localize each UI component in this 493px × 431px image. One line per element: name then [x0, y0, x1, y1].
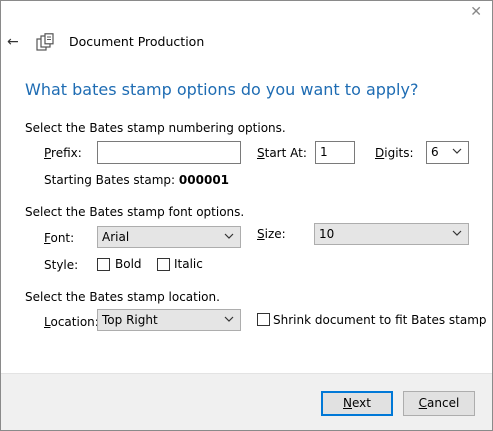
window-title: Document Production	[69, 34, 205, 49]
starting-bates-stamp: Starting Bates stamp: 000001	[44, 173, 229, 187]
dialog-footer: Next Cancel	[1, 373, 492, 430]
location-value: Top Right	[102, 313, 158, 327]
style-label: Style:	[44, 258, 79, 272]
bold-checkbox[interactable]	[97, 258, 110, 271]
start-at-input[interactable]: 1	[315, 141, 355, 164]
size-value: 10	[319, 227, 335, 241]
prefix-input[interactable]	[97, 141, 241, 164]
italic-checkbox[interactable]	[157, 258, 170, 271]
close-icon[interactable]: ✕	[470, 5, 482, 19]
page-heading: What bates stamp options do you want to …	[25, 80, 419, 99]
document-production-icon	[36, 33, 54, 51]
starting-stamp-value: 000001	[178, 173, 230, 187]
size-label: Size:	[257, 227, 286, 241]
digits-label: Digits:	[375, 146, 414, 160]
size-select[interactable]: 10	[314, 223, 469, 245]
bold-label[interactable]: Bold	[115, 257, 142, 271]
font-label: Font:	[44, 231, 75, 245]
font-section-label: Select the Bates stamp font options.	[25, 205, 245, 219]
font-value: Arial	[102, 230, 130, 244]
italic-label[interactable]: Italic	[174, 257, 203, 271]
shrink-checkbox[interactable]	[257, 313, 270, 326]
location-section-label: Select the Bates stamp location.	[25, 290, 220, 304]
shrink-label[interactable]: Shrink document to fit Bates stamp	[273, 313, 487, 327]
chevron-down-icon	[224, 233, 234, 239]
start-at-label: Start At:	[257, 146, 307, 160]
chevron-down-icon	[452, 148, 462, 154]
back-arrow-icon[interactable]: ←	[7, 34, 19, 50]
chevron-down-icon	[452, 230, 462, 236]
font-select[interactable]: Arial	[97, 226, 241, 248]
next-button[interactable]: Next	[321, 391, 393, 416]
starting-stamp-label: Starting Bates stamp:	[44, 173, 176, 187]
chevron-down-icon	[224, 316, 234, 322]
digits-value: 6	[431, 145, 439, 159]
prefix-label: Prefix:	[44, 146, 82, 160]
numbering-section-label: Select the Bates stamp numbering options…	[25, 121, 286, 135]
digits-select[interactable]: 6	[426, 141, 469, 164]
bates-stamp-dialog: ✕ ← Document Production What bates stamp…	[0, 0, 493, 431]
location-select[interactable]: Top Right	[97, 309, 241, 331]
cancel-button[interactable]: Cancel	[403, 391, 475, 416]
location-label: Location:	[44, 315, 99, 329]
